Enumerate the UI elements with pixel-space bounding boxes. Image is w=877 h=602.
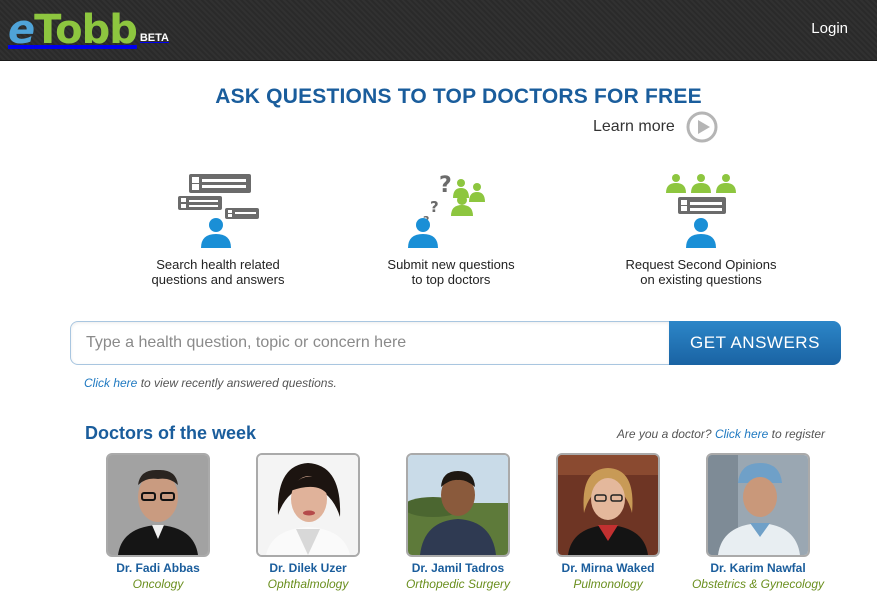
page-headline: ASK QUESTIONS TO TOP DOCTORS FOR FREE (215, 85, 702, 108)
doctor-name: Dr. Mirna Waked (561, 561, 655, 575)
doctor-photo[interactable] (106, 453, 210, 557)
feature-search-line2: questions and answers (151, 272, 285, 287)
logo-tobb: Tobb (34, 7, 138, 53)
login-link[interactable]: Login (811, 20, 848, 37)
doctor-specialty: Obstetrics & Gynecology (691, 577, 825, 591)
register-link[interactable]: Click here (715, 427, 768, 441)
doctor-card[interactable]: Dr. Mirna Waked Pulmonology (533, 453, 683, 591)
feature-search: Search health related questions and answ… (140, 172, 296, 287)
doctor-name: Dr. Jamil Tadros (411, 561, 505, 575)
doctor-portrait-image (408, 455, 508, 555)
doctor-photo[interactable] (406, 453, 510, 557)
doctor-card[interactable]: Dr. Fadi Abbas Oncology (83, 453, 233, 591)
register-line: Are you a doctor? Click here to register (617, 427, 825, 441)
feature-second-opinion-line2: on existing questions (640, 272, 762, 287)
recent-questions-line: Click here to view recently answered que… (84, 376, 337, 390)
doctor-card[interactable]: Dr. Jamil Tadros Orthopedic Surgery (383, 453, 533, 591)
doctor-portrait-image (558, 455, 658, 555)
beta-badge: BETA (139, 32, 169, 44)
doctor-portrait-image (108, 455, 208, 555)
recent-questions-text: to view recently answered questions. (137, 376, 337, 390)
logo-e: e (8, 7, 35, 53)
doctor-photo[interactable] (706, 453, 810, 557)
recent-questions-link[interactable]: Click here (84, 376, 137, 390)
learn-more-label: Learn more (593, 118, 675, 135)
search-input[interactable] (70, 321, 669, 365)
get-answers-button[interactable]: GET ANSWERS (669, 321, 841, 365)
feature-submit-line2: to top doctors (411, 272, 491, 287)
ask-doctors-icon: ? ? ? (408, 173, 485, 248)
doctor-card[interactable]: Dr. Karim Nawfal Obstetrics & Gynecology (683, 453, 833, 591)
doctor-name: Dr. Dilek Uzer (269, 561, 347, 575)
second-opinion-icon (666, 174, 736, 248)
doctor-specialty: Oncology (132, 577, 184, 591)
feature-search-line1: Search health related (156, 257, 280, 272)
svg-text:?: ? (439, 173, 452, 198)
play-icon[interactable] (686, 111, 718, 143)
doctor-specialty: Orthopedic Surgery (405, 577, 511, 591)
register-prefix: Are you a doctor? (616, 427, 715, 441)
doctors-of-the-week-title: Doctors of the week (85, 423, 257, 443)
top-bar: e Tobb BETA Login (0, 0, 877, 61)
doctor-card[interactable]: Dr. Dilek Uzer Ophthalmology (233, 453, 383, 591)
doctor-name: Dr. Karim Nawfal (710, 561, 806, 575)
search-qa-icon (178, 174, 259, 248)
learn-more-link[interactable]: Learn more (593, 111, 718, 143)
doctor-name: Dr. Fadi Abbas (116, 561, 200, 575)
doctor-specialty: Pulmonology (573, 577, 643, 591)
feature-submit: ? ? ? Submit new questions to top doctor… (373, 172, 529, 287)
doctor-photo[interactable] (556, 453, 660, 557)
register-suffix: to register (768, 427, 825, 441)
doctor-portrait-image (258, 455, 358, 555)
feature-submit-line1: Submit new questions (387, 257, 515, 272)
feature-second-opinion-line1: Request Second Opinions (625, 257, 777, 272)
etobb-logo[interactable]: e Tobb BETA (8, 8, 169, 52)
feature-second-opinion: Request Second Opinions on existing ques… (606, 172, 796, 287)
doctor-photo[interactable] (256, 453, 360, 557)
doctor-specialty: Ophthalmology (267, 577, 349, 591)
svg-text:?: ? (430, 198, 439, 216)
doctor-portrait-image (708, 455, 808, 555)
search-bar: GET ANSWERS (70, 321, 841, 365)
